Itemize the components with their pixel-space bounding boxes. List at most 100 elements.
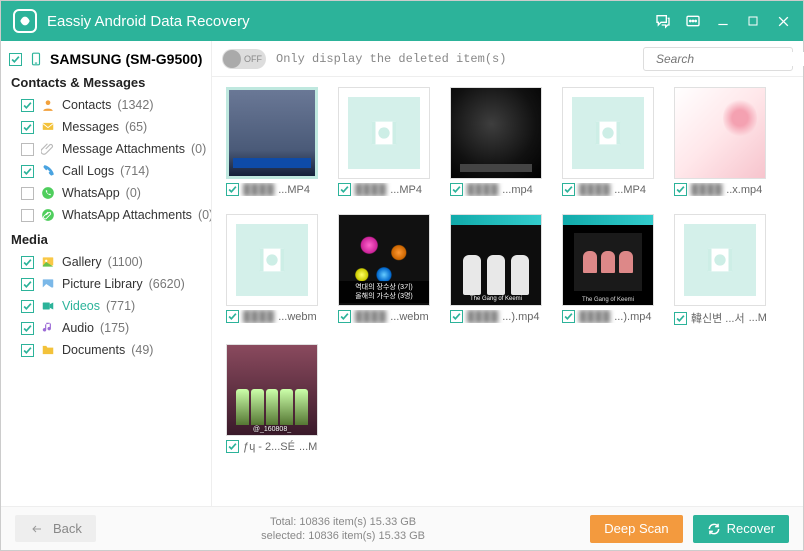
tile-caption: ████...MP4 [226,183,318,196]
video-tile[interactable]: ████...MP4 [226,87,318,196]
tile-checkbox[interactable] [226,440,239,453]
tile-checkbox[interactable] [338,310,351,323]
tree-messages[interactable]: Messages (65) [7,116,205,138]
video-grid: ████...MP4 ████...MP4 ████...mp4 ████...MP4… [212,77,803,506]
tile-checkbox[interactable] [226,183,239,196]
search-input[interactable] [656,52,804,66]
tile-caption: ████...webm [226,310,318,323]
back-label: Back [53,521,82,536]
maximize-icon[interactable] [745,13,761,29]
recover-button[interactable]: Recover [693,515,789,543]
tile-checkbox[interactable] [450,183,463,196]
tile-caption: ████...webm [338,310,430,323]
device-checkbox[interactable] [9,53,22,66]
tile-caption: ████...).mp4 [562,310,654,323]
video-thumbnail[interactable] [562,87,654,179]
tree-whatsapp[interactable]: WhatsApp (0) [7,182,205,204]
checkbox[interactable] [21,187,34,200]
video-thumbnail[interactable] [674,87,766,179]
sidebar: SAMSUNG (SM-G9500) Contacts & Messages C… [1,41,211,506]
tile-caption: ████...).mp4 [450,310,542,323]
tile-checkbox[interactable] [674,312,687,325]
tile-checkbox[interactable] [226,310,239,323]
tree-audio[interactable]: Audio (175) [7,317,205,339]
tile-checkbox[interactable] [450,310,463,323]
tree-contacts[interactable]: Contacts (1342) [7,94,205,116]
close-icon[interactable] [775,13,791,29]
checkbox[interactable] [21,143,34,156]
video-tile[interactable]: ████..x.mp4 [674,87,766,196]
deleted-only-toggle[interactable]: OFF [222,49,266,69]
title-bar: Eassiy Android Data Recovery [1,1,803,41]
video-thumbnail[interactable] [338,87,430,179]
tile-caption: ████...MP4 [562,183,654,196]
video-thumbnail[interactable] [450,87,542,179]
minimize-icon[interactable] [715,13,731,29]
tile-caption: ████..x.mp4 [674,183,766,196]
video-thumbnail[interactable]: The Gang of Keemi [562,214,654,306]
video-thumbnail[interactable]: The Gang of Keemi [450,214,542,306]
device-row[interactable]: SAMSUNG (SM-G9500) [7,49,205,69]
section-media: Media [11,232,205,247]
toggle-knob [223,50,241,68]
video-thumbnail[interactable]: @_160808_ [226,344,318,436]
video-tile[interactable]: @_160808_ƒɥ - 2...SÉ...MP4 [226,344,318,453]
checkbox[interactable] [21,322,34,335]
tile-checkbox[interactable] [562,183,575,196]
tree-gallery[interactable]: Gallery (1100) [7,251,205,273]
phone-call-icon [40,163,56,179]
recycle-icon [707,522,721,536]
checkbox[interactable] [21,300,34,313]
tree-picture-library[interactable]: Picture Library (6620) [7,273,205,295]
video-tile[interactable]: ████...webm [226,214,318,326]
tile-checkbox[interactable] [674,183,687,196]
tree-whatsapp-attachments[interactable]: WhatsApp Attachments (0) [7,204,205,226]
contacts-icon [40,97,56,113]
content-toolbar: OFF Only display the deleted item(s) [212,41,803,77]
messages-icon [40,119,56,135]
folder-icon [40,342,56,358]
tile-checkbox[interactable] [562,310,575,323]
deep-scan-button[interactable]: Deep Scan [590,515,682,543]
tile-caption: ████...MP4 [338,183,430,196]
tree-message-attachments[interactable]: Message Attachments (0) [7,138,205,160]
tree-videos[interactable]: Videos (771) [7,295,205,317]
toggle-state: OFF [244,54,262,64]
video-tile[interactable]: ████...MP4 [562,87,654,196]
tree-call-logs[interactable]: Call Logs (714) [7,160,205,182]
video-tile[interactable]: ████...mp4 [450,87,542,196]
video-tile[interactable]: 역대의 장수상 (3기)올해의 가수상 (3명) ████...webm [338,214,430,326]
checkbox[interactable] [21,165,34,178]
toggle-label: Only display the deleted item(s) [276,52,633,66]
video-thumbnail[interactable] [226,214,318,306]
feedback-icon[interactable] [655,13,671,29]
video-tile[interactable]: The Gang of Keemi ████...).mp4 [562,214,654,326]
video-thumbnail[interactable] [674,214,766,306]
video-tile[interactable]: 韓신변 ...서...MP4 [674,214,766,326]
video-thumbnail[interactable] [226,87,318,179]
video-tile[interactable]: ████...MP4 [338,87,430,196]
device-name: SAMSUNG (SM-G9500) [50,51,202,67]
tree-documents[interactable]: Documents (49) [7,339,205,361]
back-button[interactable]: Back [15,515,96,542]
stats-selected: selected: 10836 item(s) 15.33 GB [106,529,580,543]
checkbox[interactable] [21,121,34,134]
checkbox[interactable] [21,278,34,291]
back-arrow-icon [29,523,45,535]
app-title: Eassiy Android Data Recovery [47,13,655,30]
section-contacts-messages: Contacts & Messages [11,75,205,90]
tile-checkbox[interactable] [338,183,351,196]
checkbox[interactable] [21,99,34,112]
search-box[interactable] [643,47,793,71]
checkbox[interactable] [21,209,34,222]
checkbox[interactable] [21,344,34,357]
video-tile[interactable]: The Gang of Keemi ████...).mp4 [450,214,542,326]
checkbox[interactable] [21,256,34,269]
app-logo [13,9,37,33]
menu-icon[interactable] [685,13,701,29]
tile-caption: ████...mp4 [450,183,542,196]
content-area: OFF Only display the deleted item(s) ███… [211,41,803,506]
video-thumbnail[interactable]: 역대의 장수상 (3기)올해의 가수상 (3명) [338,214,430,306]
footer: Back Total: 10836 item(s) 15.33 GB selec… [1,506,803,550]
picture-icon [40,276,56,292]
